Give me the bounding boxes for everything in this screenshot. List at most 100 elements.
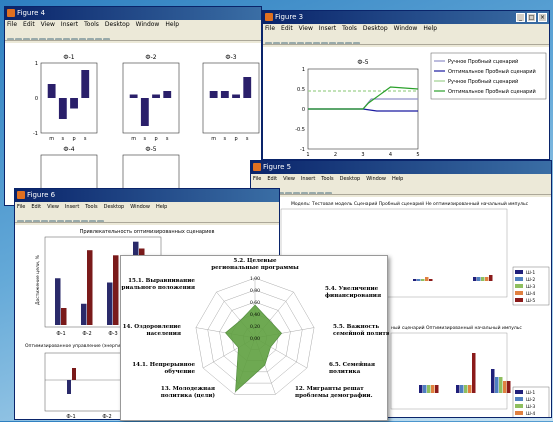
menu-view[interactable]: View (299, 25, 313, 32)
menu-edit[interactable]: Edit (281, 25, 293, 32)
title-bar[interactable]: Figure 3 _ □ × (263, 11, 549, 24)
pan-icon[interactable] (63, 38, 70, 40)
legend-icon[interactable] (325, 192, 332, 194)
print-icon[interactable] (41, 220, 48, 222)
menu-file[interactable]: File (7, 21, 17, 28)
menu-edit[interactable]: Edit (267, 176, 277, 182)
legend-icon[interactable] (353, 42, 360, 44)
close-icon[interactable]: × (538, 13, 547, 22)
menu-view[interactable]: View (41, 21, 55, 28)
new-icon[interactable] (7, 38, 14, 40)
zoom-in-icon[interactable] (57, 220, 64, 222)
datacursor-icon[interactable] (337, 42, 344, 44)
pan-icon[interactable] (321, 42, 328, 44)
save-icon[interactable] (23, 38, 30, 40)
brush-icon[interactable] (87, 38, 94, 40)
menu-desktop[interactable]: Desktop (340, 176, 361, 182)
legend-swatch (515, 397, 523, 401)
new-icon[interactable] (265, 42, 272, 44)
legend-swatch (515, 411, 523, 415)
legend-icon[interactable] (97, 220, 104, 222)
new-icon[interactable] (17, 220, 24, 222)
print-icon[interactable] (289, 42, 296, 44)
menu-view[interactable]: View (283, 176, 295, 182)
zoom-in-icon[interactable] (305, 42, 312, 44)
window-title: Figure 6 (27, 191, 56, 199)
brush-icon[interactable] (345, 42, 352, 44)
rotate-icon[interactable] (309, 192, 316, 194)
toolbar (15, 212, 279, 223)
rotate-icon[interactable] (329, 42, 336, 44)
title-bar[interactable]: Figure 6 (15, 189, 279, 202)
menu-help[interactable]: Help (165, 21, 179, 28)
menu-tools[interactable]: Tools (85, 204, 97, 210)
bar (419, 385, 423, 393)
open-icon[interactable] (15, 38, 22, 40)
menu-help[interactable]: Help (392, 176, 403, 182)
zoom-in-icon[interactable] (47, 38, 54, 40)
menu-insert[interactable]: Insert (319, 25, 336, 32)
bar (431, 385, 435, 393)
open-icon[interactable] (25, 220, 32, 222)
pan-icon[interactable] (73, 220, 80, 222)
menu-help[interactable]: Help (156, 204, 167, 210)
pointer-icon[interactable] (49, 220, 56, 222)
menu-edit[interactable]: Edit (23, 21, 35, 28)
zoom-out-icon[interactable] (313, 42, 320, 44)
print-icon[interactable] (31, 38, 38, 40)
datacursor-icon[interactable] (79, 38, 86, 40)
rotate-icon[interactable] (81, 220, 88, 222)
menu-desktop[interactable]: Desktop (104, 204, 125, 210)
menu-tools[interactable]: Tools (342, 25, 357, 32)
menu-insert[interactable]: Insert (65, 204, 79, 210)
zoom-out-icon[interactable] (55, 38, 62, 40)
legend-entry: Ш-4 (526, 291, 535, 297)
minimize-icon[interactable]: _ (516, 13, 525, 22)
colorbar-icon[interactable] (95, 38, 102, 40)
zoom-out-icon[interactable] (65, 220, 72, 222)
pan-icon[interactable] (301, 192, 308, 194)
menu-tools[interactable]: Tools (321, 176, 333, 182)
zoom-out-icon[interactable] (293, 192, 300, 194)
menu-window[interactable]: Window (136, 21, 160, 28)
legend-icon[interactable] (103, 38, 110, 40)
menu-desktop[interactable]: Desktop (105, 21, 130, 28)
menu-insert[interactable]: Insert (301, 176, 315, 182)
caption: ный сценарий Оптимизированный начальный … (391, 324, 522, 331)
legend-entry: Ручное Пробный сценарий (448, 78, 518, 85)
legend-entry: Ш-1 (526, 390, 535, 396)
title-bar[interactable]: Figure 4 (5, 7, 261, 20)
bar (232, 94, 240, 98)
menu-file[interactable]: File (265, 25, 275, 32)
menu-tools[interactable]: Tools (84, 21, 99, 28)
legend-entry: Ш-4 (526, 411, 535, 417)
window-title: Figure 5 (263, 163, 292, 171)
open-icon[interactable] (273, 42, 280, 44)
menu-edit[interactable]: Edit (31, 204, 41, 210)
menu-window[interactable]: Window (366, 176, 386, 182)
title-bar[interactable]: Figure 5 (251, 161, 551, 174)
menu-view[interactable]: View (47, 204, 59, 210)
rotate-icon[interactable] (71, 38, 78, 40)
menu-window[interactable]: Window (130, 204, 150, 210)
pointer-icon[interactable] (39, 38, 46, 40)
menu-help[interactable]: Help (423, 25, 437, 32)
chart-title: Оптимизированное управление (энергия) (25, 343, 125, 349)
legend-swatch (515, 298, 523, 302)
menu-file[interactable]: File (17, 204, 25, 210)
menu-insert[interactable]: Insert (61, 21, 78, 28)
menu-file[interactable]: File (253, 176, 261, 182)
menu-window[interactable]: Window (394, 25, 418, 32)
bar (417, 279, 421, 281)
save-icon[interactable] (281, 42, 288, 44)
save-icon[interactable] (33, 220, 40, 222)
x-tick: 2 (334, 152, 337, 158)
y-tick: -1 (300, 147, 305, 153)
menu-desktop[interactable]: Desktop (363, 25, 388, 32)
datacursor-icon[interactable] (89, 220, 96, 222)
zoom-in-icon[interactable] (285, 192, 292, 194)
datacursor-icon[interactable] (317, 192, 324, 194)
pointer-icon[interactable] (297, 42, 304, 44)
maximize-icon[interactable]: □ (527, 13, 536, 22)
subplot-title: Ф-5 (145, 146, 156, 153)
